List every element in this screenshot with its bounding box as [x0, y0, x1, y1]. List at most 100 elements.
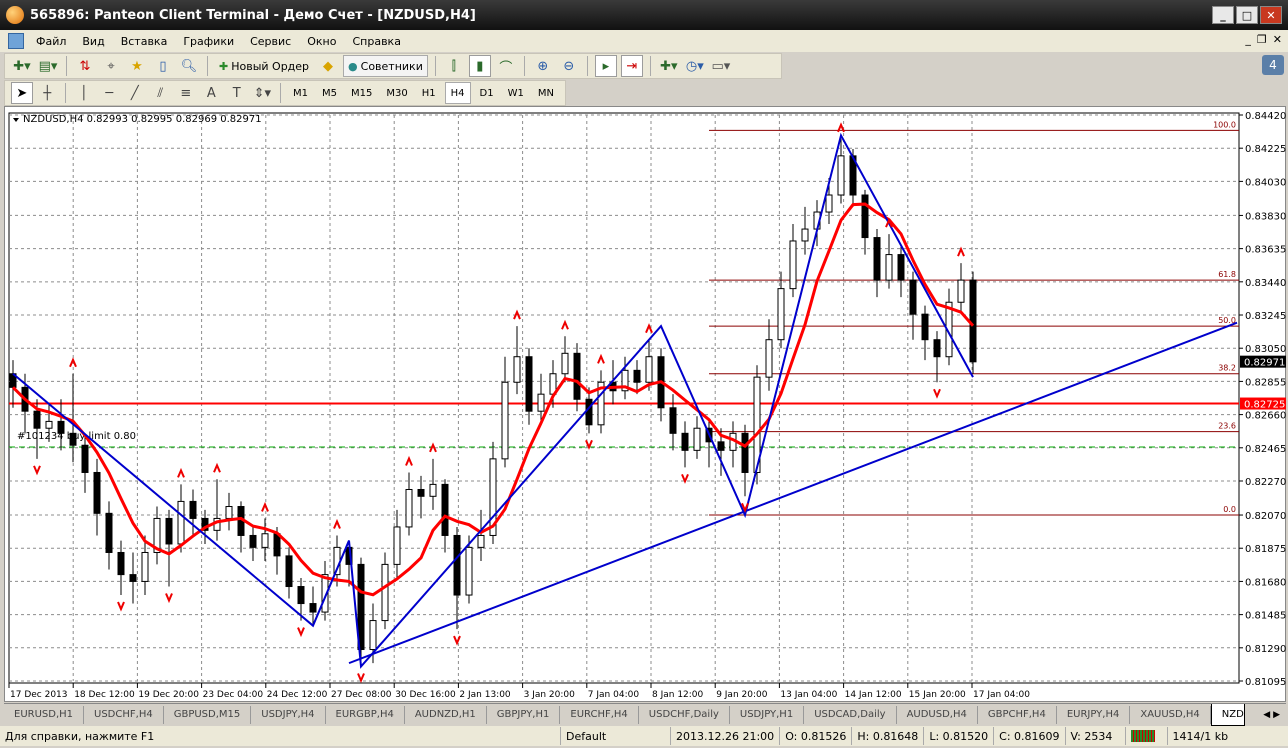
menu-bar: Файл Вид Вставка Графики Сервис Окно Спр… [0, 30, 1288, 52]
chart-window[interactable]: 0.84420 0.84225 0.84030 0.83830 0.83635 0.834… [4, 106, 1286, 702]
timeframe-h4[interactable]: H4 [444, 82, 471, 104]
alerts-button[interactable]: 4 [1262, 55, 1284, 75]
text-icon[interactable]: A [201, 82, 223, 104]
fibonacci-icon[interactable]: ≡ [175, 82, 197, 104]
chart-tabs: EURUSD,H1 USDCHF,H4 GBPUSD,M15 USDJPY,H4 EUR… [4, 703, 1286, 726]
chart-window-icon[interactable] [8, 33, 24, 49]
price-chart[interactable]: 0.84420 0.84225 0.84030 0.83830 0.83635 0.834… [5, 107, 1287, 703]
tab-scroll-arrows[interactable]: ◀ ▶ [1263, 710, 1286, 720]
candle [789, 240, 797, 290]
candlestick-chart-icon[interactable]: ▮ [468, 55, 491, 77]
maximize-button[interactable]: □ [1236, 6, 1258, 24]
chart-tab[interactable]: USDCHF,Daily [639, 705, 730, 724]
data-window-icon[interactable]: ⌖ [100, 55, 122, 77]
chart-tab[interactable]: USDJPY,H1 [730, 705, 805, 724]
auto-scroll-icon[interactable]: ▸ [594, 55, 617, 77]
timeframe-m30[interactable]: M30 [381, 82, 412, 104]
fibo-label: 38.2 [1218, 364, 1236, 373]
candle [801, 228, 809, 242]
menu-help[interactable]: Справка [344, 35, 408, 48]
chart-tab[interactable]: EURJPY,H4 [1057, 705, 1131, 724]
candle [525, 356, 533, 412]
candle [921, 313, 929, 341]
candle [177, 500, 185, 545]
menu-file[interactable]: Файл [28, 35, 74, 48]
candle [225, 506, 233, 519]
time-label: 30 Dec 16:00 [395, 690, 456, 700]
zoom-in-icon[interactable]: ⊕ [532, 55, 554, 77]
candle [513, 356, 521, 383]
close-button[interactable]: ✕ [1260, 6, 1282, 24]
mdi-minimize-button[interactable]: _ [1245, 33, 1251, 46]
strategy-tester-icon[interactable]: 🔍︎ [178, 55, 200, 77]
candle [273, 533, 281, 557]
horizontal-line-icon[interactable]: ─ [99, 82, 121, 104]
time-label: 17 Jan 04:00 [973, 690, 1030, 700]
status-close: C: 0.81609 [993, 727, 1064, 745]
candle [165, 517, 173, 545]
menu-view[interactable]: Вид [74, 35, 112, 48]
menu-charts[interactable]: Графики [175, 35, 242, 48]
indicators-icon[interactable]: ✚▾ [658, 55, 680, 77]
chart-tab[interactable]: USDJPY,H4 [251, 705, 326, 724]
menu-window[interactable]: Окно [299, 35, 344, 48]
chart-shift-icon[interactable]: ⇥ [620, 55, 643, 77]
chart-tab[interactable]: NZDUSD,H4 [1210, 703, 1245, 726]
chart-tab[interactable]: USDCHF,H4 [84, 705, 164, 724]
menu-insert[interactable]: Вставка [113, 35, 176, 48]
timeframe-w1[interactable]: W1 [503, 82, 529, 104]
mdi-restore-button[interactable]: ❐ [1257, 33, 1267, 46]
price-tick-label: 0.82660 [1245, 411, 1286, 422]
timeframe-m5[interactable]: M5 [317, 82, 342, 104]
chart-tab[interactable]: EURUSD,H1 [4, 705, 85, 724]
chart-tab[interactable]: GBPUSD,M15 [164, 705, 252, 724]
arrows-icon[interactable]: ⇕▾ [252, 82, 274, 104]
timeframe-m15[interactable]: M15 [346, 82, 377, 104]
vertical-line-icon[interactable]: │ [73, 82, 95, 104]
new-order-button[interactable]: ✚ Новый Ордер [215, 55, 313, 77]
line-chart-icon[interactable]: ⌒ [495, 55, 517, 77]
new-chart-icon[interactable]: ✚▾ [11, 55, 33, 77]
chart-tab[interactable]: AUDNZD,H1 [405, 705, 487, 724]
chart-tab[interactable]: EURCHF,H4 [560, 705, 639, 724]
cursor-icon[interactable]: ➤ [11, 82, 33, 104]
time-label: 2 Jan 13:00 [459, 690, 511, 700]
metaeditor-icon[interactable]: ◆ [317, 55, 339, 77]
profiles-icon[interactable]: ▤▾ [37, 55, 59, 77]
bar-chart-icon[interactable]: ⫿ [443, 55, 465, 77]
mdi-close-button[interactable]: ✕ [1273, 33, 1282, 46]
minimize-button[interactable]: _ [1212, 6, 1234, 24]
menu-tools[interactable]: Сервис [242, 35, 299, 48]
navigator-icon[interactable]: ★ [126, 55, 148, 77]
candle [429, 483, 437, 497]
timeframe-d1[interactable]: D1 [475, 82, 499, 104]
timeframe-h1[interactable]: H1 [417, 82, 441, 104]
status-profile: Default [560, 727, 670, 745]
candle [645, 356, 653, 383]
chart-tab[interactable]: USDCAD,Daily [804, 705, 897, 724]
text-label-icon[interactable]: T [226, 82, 248, 104]
candle [81, 444, 89, 473]
trendline-icon[interactable]: ╱ [124, 82, 146, 104]
candle [453, 534, 461, 596]
candle [285, 555, 293, 588]
market-watch-icon[interactable]: ⇅ [74, 55, 96, 77]
crosshair-icon[interactable]: ┼ [37, 82, 59, 104]
candle [909, 279, 917, 315]
chart-tab[interactable]: XAUUSD,H4 [1130, 705, 1211, 724]
chart-tab[interactable]: GBPJPY,H1 [487, 705, 561, 724]
candle [933, 339, 941, 358]
periods-clock-icon[interactable]: ◷▾ [684, 55, 706, 77]
terminal-icon[interactable]: ▯ [152, 55, 174, 77]
timeframe-m1[interactable]: M1 [288, 82, 313, 104]
chart-tab[interactable]: EURGBP,H4 [326, 705, 405, 724]
price-tick-label: 0.82855 [1245, 377, 1286, 388]
chart-tab[interactable]: AUDUSD,H4 [897, 705, 978, 724]
equidistant-channel-icon[interactable]: ⫽ [150, 82, 172, 104]
zoom-out-icon[interactable]: ⊖ [558, 55, 580, 77]
expert-advisors-button[interactable]: ● Советники [343, 55, 428, 77]
price-tick-label: 0.84225 [1245, 144, 1286, 155]
templates-icon[interactable]: ▭▾ [710, 55, 732, 77]
timeframe-mn[interactable]: MN [533, 82, 559, 104]
chart-tab[interactable]: GBPCHF,H4 [978, 705, 1057, 724]
